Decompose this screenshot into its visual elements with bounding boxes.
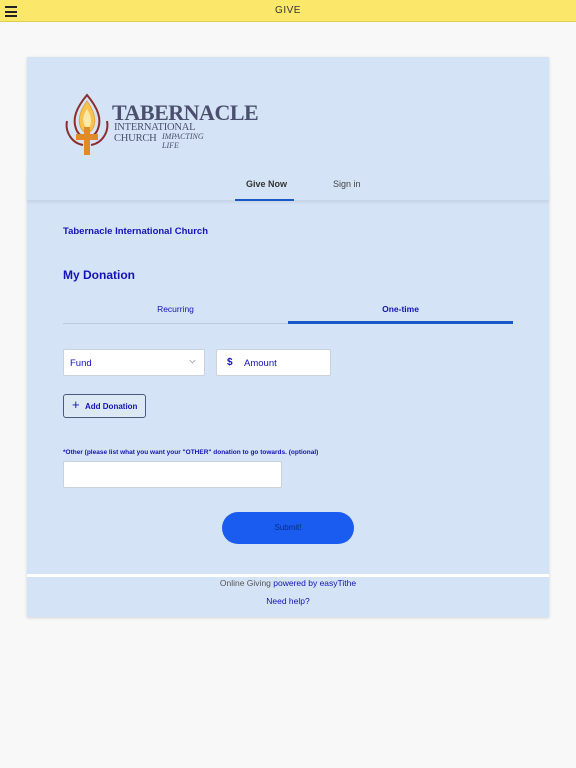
footer-prefix: Online Giving: [219, 578, 274, 588]
main-tabs: Give Now Sign in: [27, 171, 549, 201]
amount-field: $: [216, 349, 331, 376]
add-donation-button[interactable]: + Add Donation: [63, 394, 146, 418]
dollar-icon: $: [227, 357, 233, 368]
footer-divider: [27, 574, 549, 577]
need-help-link[interactable]: Need help?: [27, 596, 549, 606]
logo-tagline: IMPACTING LIFE: [162, 132, 204, 150]
frequency-tabs: Recurring One-time: [63, 300, 513, 324]
add-donation-label: Add Donation: [85, 402, 138, 411]
other-input[interactable]: [63, 461, 282, 488]
church-name: Tabernacle International Church: [63, 226, 208, 237]
chevron-down-icon: [189, 359, 196, 364]
easytithe-link[interactable]: powered by easyTithe: [273, 578, 356, 588]
flame-cross-logo-icon: [65, 93, 109, 155]
fund-select-label: Fund: [70, 358, 92, 369]
page-title: GIVE: [275, 5, 301, 16]
active-frequency-indicator: [288, 321, 513, 324]
tab-one-time[interactable]: One-time: [288, 304, 513, 314]
giving-card: TABERNACLE INTERNATIONAL CHURCH IMPACTIN…: [27, 57, 549, 617]
tab-recurring[interactable]: Recurring: [63, 304, 288, 314]
top-bar: GIVE: [0, 0, 576, 22]
church-logo: TABERNACLE INTERNATIONAL CHURCH IMPACTIN…: [57, 87, 259, 157]
footer-powered-by: Online Giving powered by easyTithe: [27, 578, 549, 588]
plus-icon: +: [72, 397, 80, 412]
submit-button[interactable]: Submit!: [222, 512, 354, 544]
active-tab-indicator: [235, 199, 294, 201]
fund-select[interactable]: Fund: [63, 349, 205, 376]
section-title: My Donation: [63, 268, 135, 282]
amount-input[interactable]: [244, 355, 324, 371]
submit-label: Submit!: [274, 523, 302, 532]
tab-give-now[interactable]: Give Now: [246, 179, 287, 189]
other-field-label: *Other (please list what you want your "…: [63, 449, 319, 456]
tab-sign-in[interactable]: Sign in: [333, 179, 361, 189]
